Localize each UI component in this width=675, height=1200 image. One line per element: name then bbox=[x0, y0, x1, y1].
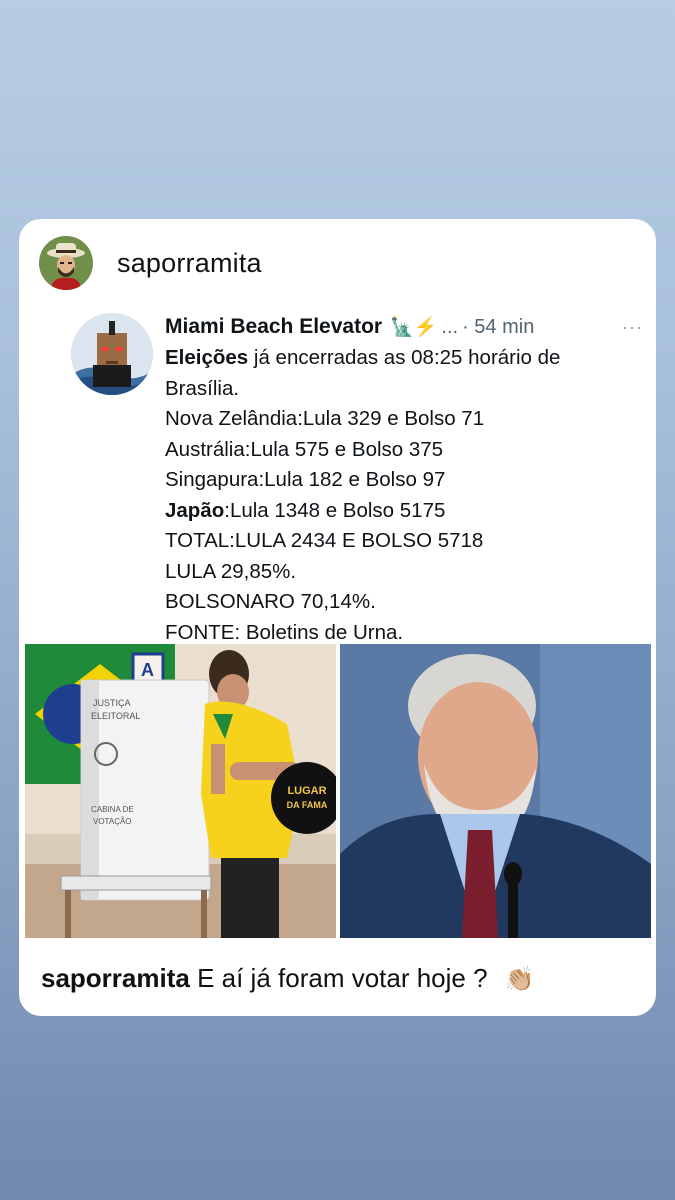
booth-text-4: VOTAÇÃO bbox=[93, 817, 132, 826]
caption-text: E aí já foram votar hoje ? bbox=[197, 963, 488, 993]
caption-username[interactable]: saporramita bbox=[41, 963, 190, 993]
svg-text:A: A bbox=[141, 660, 154, 680]
photo-portrait[interactable] bbox=[340, 644, 651, 938]
photo-voting-booth[interactable]: A JUSTIÇA ELEITORAL CABINA DE VOTAÇÃO LU… bbox=[25, 644, 336, 938]
tweet-line: Nova Zelândia:Lula 329 e Bolso 71 bbox=[165, 407, 485, 430]
booth-text-3: CABINA DE bbox=[91, 805, 134, 814]
story-caption: saporramita E aí já foram votar hoje ? 👏… bbox=[41, 963, 535, 994]
voting-booth-image: A JUSTIÇA ELEITORAL CABINA DE VOTAÇÃO LU… bbox=[25, 644, 336, 938]
tweet-line: TOTAL:LULA 2434 E BOLSO 5718 bbox=[165, 529, 484, 552]
tweet-body: Miami Beach Elevator 🗽⚡ ... · 54 min ···… bbox=[165, 313, 642, 648]
hashtag-japao[interactable]: Japão bbox=[165, 499, 224, 522]
tweet-line: Austrália:Lula 575 e Bolso 375 bbox=[165, 437, 444, 461]
tweet-timestamp: · 54 min bbox=[462, 315, 535, 338]
tweet-header: Miami Beach Elevator 🗽⚡ ... · 54 min bbox=[165, 313, 635, 341]
watermark-line-2: DA FAMA bbox=[287, 800, 328, 810]
post-header: saporramita bbox=[39, 235, 262, 291]
tweet-line: BOLSONARO 70,14%. bbox=[165, 590, 376, 613]
tweet-name-ellipsis: ... bbox=[441, 315, 459, 338]
booth-text-2: ELEITORAL bbox=[91, 711, 140, 721]
tweet-line: Singapura:Lula 182 e Bolso 97 bbox=[165, 468, 446, 491]
tweet-line: LULA 29,85%. bbox=[165, 559, 297, 583]
booth-text-1: JUSTIÇA bbox=[93, 698, 131, 708]
clapping-hands-icon: 👏🏼 bbox=[504, 966, 535, 993]
more-options-icon[interactable]: ··· bbox=[622, 317, 643, 338]
tweet-line: Brasília. bbox=[165, 376, 240, 400]
story-post-card: saporramita Miami Beach Elevator 🗽⚡ ... … bbox=[19, 219, 656, 1016]
portrait-image bbox=[340, 644, 651, 938]
cowboy-avatar-icon bbox=[39, 236, 93, 290]
tweet-line-text: já encerradas as 08:25 horário de bbox=[248, 346, 561, 369]
tweet-line: Japão:Lula 1348 e Bolso 5175 bbox=[165, 496, 635, 527]
statue-lightning-icon: 🗽⚡ bbox=[390, 317, 438, 338]
tweet-line: Eleições já encerradas as 08:25 horário … bbox=[165, 343, 635, 374]
hashtag-eleicoes[interactable]: Eleições bbox=[165, 346, 248, 369]
watermark-line-1: LUGAR bbox=[287, 785, 326, 797]
punk-avatar-icon bbox=[71, 313, 153, 395]
tweet-line-text: :Lula 1348 e Bolso 5175 bbox=[224, 498, 446, 522]
tweet-photos[interactable]: A JUSTIÇA ELEITORAL CABINA DE VOTAÇÃO LU… bbox=[25, 644, 651, 938]
tweet-text: Eleições já encerradas as 08:25 horário … bbox=[165, 343, 635, 648]
user-avatar[interactable] bbox=[39, 236, 93, 290]
tweet-author-name[interactable]: Miami Beach Elevator bbox=[165, 315, 382, 339]
tweet-author-avatar[interactable] bbox=[71, 313, 153, 395]
post-username[interactable]: saporramita bbox=[117, 248, 262, 279]
